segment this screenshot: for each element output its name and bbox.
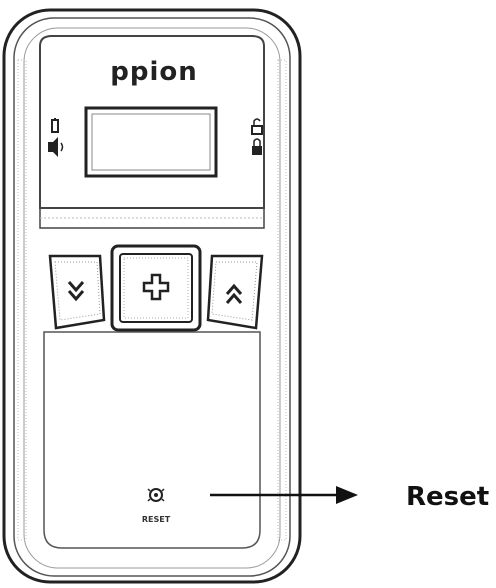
callout-label: Reset bbox=[406, 482, 489, 512]
down-button[interactable] bbox=[48, 254, 106, 330]
display-screen bbox=[84, 106, 218, 178]
reset-button-label: RESET bbox=[142, 515, 171, 524]
device-diagram: ppion RESET Reset bbox=[2, 8, 489, 584]
brand-logo: ppion bbox=[110, 57, 198, 87]
up-button[interactable] bbox=[206, 254, 264, 330]
plus-button[interactable] bbox=[110, 244, 202, 332]
